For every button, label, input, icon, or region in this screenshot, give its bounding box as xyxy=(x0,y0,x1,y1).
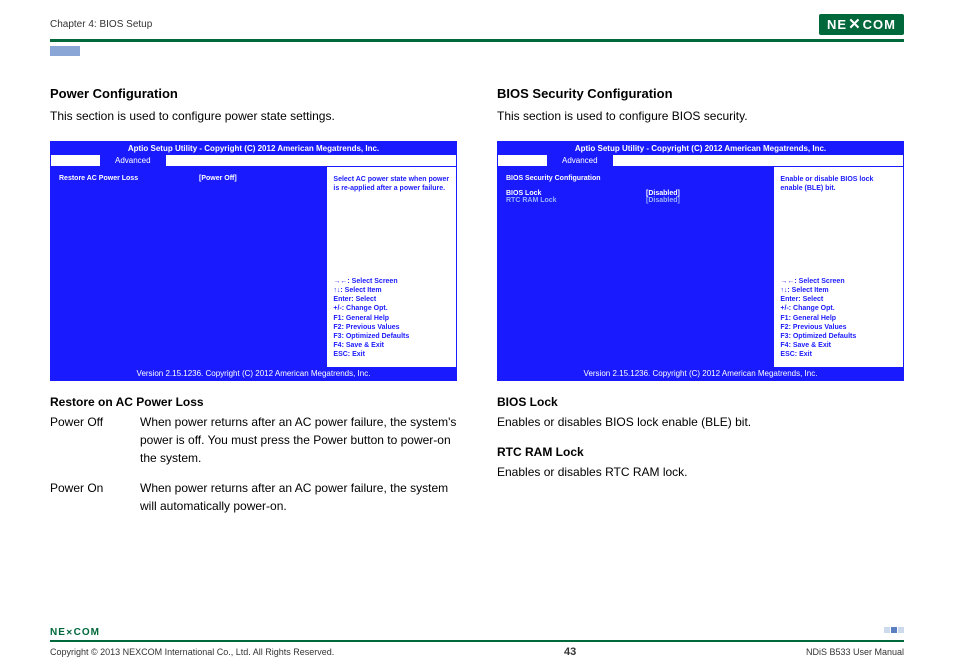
chapter-label: Chapter 4: BIOS Setup xyxy=(50,19,152,30)
bios-option-value: [Disabled] xyxy=(646,190,765,197)
main-content: Power Configuration This section is used… xyxy=(50,86,904,527)
footer-doc-title: NDiS B533 User Manual xyxy=(806,647,904,657)
bios-option-label: BIOS Lock xyxy=(506,190,646,197)
power-off-desc: When power returns after an AC power fai… xyxy=(140,413,457,467)
bios-key-hints: →←: Select Screen ↑↓: Select Item Enter:… xyxy=(333,277,450,359)
left-sec-title: Restore on AC Power Loss xyxy=(50,395,457,409)
bios-body: Restore AC Power Loss [Power Off] Select… xyxy=(51,167,456,367)
bios-titlebar: Aptio Setup Utility - Copyright (C) 2012… xyxy=(498,142,903,155)
bios-section-heading: BIOS Security Configuration xyxy=(506,175,765,182)
power-on-term: Power On xyxy=(50,479,140,515)
bios-footer: Version 2.15.1236. Copyright (C) 2012 Am… xyxy=(51,367,456,380)
sec1-title: BIOS Lock xyxy=(497,395,904,409)
power-on-desc: When power returns after an AC power fai… xyxy=(140,479,457,515)
page-footer: NE✕COM Copyright © 2013 NEXCOM Internati… xyxy=(50,627,904,658)
left-subtitle: This section is used to configure power … xyxy=(50,107,457,125)
bios-option-rtc-lock: RTC RAM Lock [Disabled] xyxy=(506,197,765,204)
bios-left-panel: Restore AC Power Loss [Power Off] xyxy=(51,167,326,367)
page-number: 43 xyxy=(564,646,576,658)
bios-help-text: Select AC power state when power is re-a… xyxy=(333,175,450,193)
bios-footer: Version 2.15.1236. Copyright (C) 2012 Am… xyxy=(498,367,903,380)
power-on-row: Power On When power returns after an AC … xyxy=(50,479,457,515)
bios-tab-row: Advanced xyxy=(51,155,456,167)
sec1-desc: Enables or disables BIOS lock enable (BL… xyxy=(497,413,904,431)
bios-right-panel: Enable or disable BIOS lock enable (BLE)… xyxy=(773,167,903,367)
footer-row: Copyright © 2013 NEXCOM International Co… xyxy=(50,646,904,658)
sec2-desc: Enables or disables RTC RAM lock. xyxy=(497,463,904,481)
bios-option-label: RTC RAM Lock xyxy=(506,197,646,204)
footer-logo: NE✕COM xyxy=(50,627,904,638)
bios-right-panel: Select AC power state when power is re-a… xyxy=(326,167,456,367)
bios-option-label: Restore AC Power Loss xyxy=(59,175,199,182)
header-rule xyxy=(50,39,904,42)
bios-tab-row: Advanced xyxy=(498,155,903,167)
bios-option-value: [Disabled] xyxy=(646,197,765,204)
bios-titlebar: Aptio Setup Utility - Copyright (C) 2012… xyxy=(51,142,456,155)
right-title: BIOS Security Configuration xyxy=(497,86,904,101)
bios-tab-advanced: Advanced xyxy=(548,155,612,166)
sec2-title: RTC RAM Lock xyxy=(497,445,904,459)
page-tab-stub xyxy=(50,46,80,56)
bios-option-value: [Power Off] xyxy=(199,175,318,182)
footer-copyright: Copyright © 2013 NEXCOM International Co… xyxy=(50,647,334,657)
bios-option-restore-ac: Restore AC Power Loss [Power Off] xyxy=(59,175,318,182)
page-header: Chapter 4: BIOS Setup NE✕COM xyxy=(50,14,904,35)
bios-panel-power: Aptio Setup Utility - Copyright (C) 2012… xyxy=(50,141,457,381)
right-subtitle: This section is used to configure BIOS s… xyxy=(497,107,904,125)
left-column: Power Configuration This section is used… xyxy=(50,86,457,527)
footer-decoration xyxy=(884,627,904,633)
bios-key-hints: →←: Select Screen ↑↓: Select Item Enter:… xyxy=(780,277,897,359)
bios-body: BIOS Security Configuration BIOS Lock [D… xyxy=(498,167,903,367)
right-column: BIOS Security Configuration This section… xyxy=(497,86,904,527)
bios-option-bios-lock: BIOS Lock [Disabled] xyxy=(506,190,765,197)
footer-rule xyxy=(50,640,904,642)
left-title: Power Configuration xyxy=(50,86,457,101)
bios-left-panel: BIOS Security Configuration BIOS Lock [D… xyxy=(498,167,773,367)
power-off-row: Power Off When power returns after an AC… xyxy=(50,413,457,467)
bios-help-text: Enable or disable BIOS lock enable (BLE)… xyxy=(780,175,897,193)
bios-tab-advanced: Advanced xyxy=(101,155,165,166)
bios-panel-security: Aptio Setup Utility - Copyright (C) 2012… xyxy=(497,141,904,381)
power-off-term: Power Off xyxy=(50,413,140,467)
brand-logo: NE✕COM xyxy=(819,14,904,35)
